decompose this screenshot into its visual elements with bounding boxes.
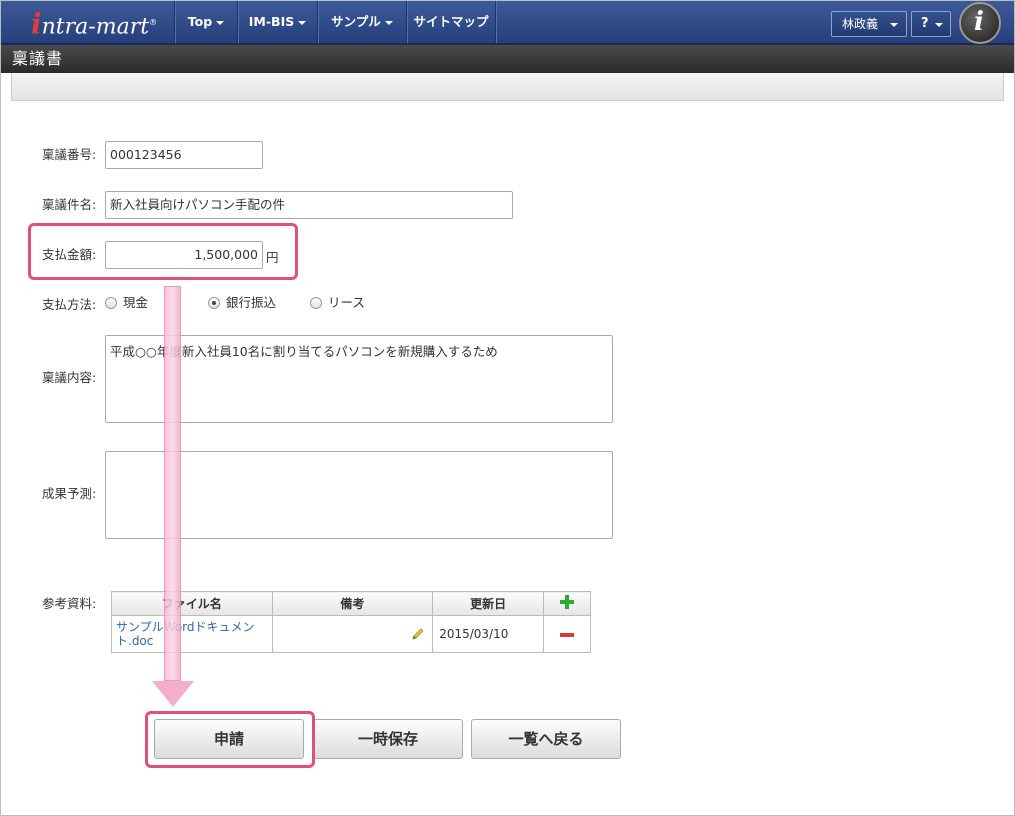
number-label: 稟議番号: <box>42 147 97 162</box>
page-title: 稟議書 <box>1 45 1014 73</box>
info-badge-label: i <box>974 7 984 37</box>
top-nav: intra-mart® Top IM-BIS サンプル サイトマップ 林政義 ?… <box>1 1 1014 45</box>
nav-divider <box>495 1 496 43</box>
amount-label: 支払金額: <box>42 247 97 262</box>
column-header-note: 備考 <box>271 591 434 616</box>
back-to-list-button[interactable]: 一覧へ戻る <box>471 719 621 759</box>
user-menu-button[interactable]: 林政義 <box>831 11 907 37</box>
help-menu-button[interactable]: ? <box>911 11 951 37</box>
nav-item-sample[interactable]: サンプル <box>318 1 406 43</box>
plus-icon <box>560 595 575 609</box>
table-header-row: ファイル名 備考 更新日 <box>111 591 591 616</box>
method-radio-lease[interactable]: リース <box>310 295 365 311</box>
nav-item-label: サンプル <box>331 14 381 29</box>
radio-label: 現金 <box>123 295 149 310</box>
forecast-textarea[interactable] <box>105 451 613 539</box>
nav-item-label: Top <box>187 14 213 29</box>
column-header-file: ファイル名 <box>111 591 273 616</box>
minus-icon <box>560 632 575 637</box>
column-header-date: 更新日 <box>432 591 545 616</box>
radio-label: リース <box>328 295 365 310</box>
remove-attachment-button[interactable] <box>543 615 591 653</box>
radio-selected-icon <box>208 297 220 309</box>
table-row: サンプルWordドキュメント.doc 2015/03/10 <box>111 615 591 653</box>
app-frame: intra-mart® Top IM-BIS サンプル サイトマップ 林政義 ?… <box>0 0 1015 816</box>
chevron-down-icon <box>890 23 898 27</box>
forecast-label: 成果予測: <box>42 486 97 501</box>
nav-item-label: IM-BIS <box>248 14 295 29</box>
help-label: ? <box>921 16 929 31</box>
pencil-icon[interactable] <box>410 626 426 642</box>
add-attachment-button[interactable] <box>543 591 591 616</box>
content-label: 稟議内容: <box>42 370 97 385</box>
intra-mart-logo[interactable]: intra-mart® <box>31 7 157 40</box>
chevron-down-icon <box>298 20 307 25</box>
amount-unit: 円 <box>266 250 279 265</box>
user-name: 林政義 <box>842 17 879 31</box>
radio-label: 銀行振込 <box>226 295 277 310</box>
radio-icon <box>310 297 322 309</box>
chevron-down-icon <box>384 20 393 25</box>
nav-item-im-bis[interactable]: IM-BIS <box>238 1 317 43</box>
subject-label: 稟議件名: <box>42 197 97 212</box>
note-cell <box>271 615 434 653</box>
subject-field[interactable]: 新入社員向けパソコン手配の件 <box>105 191 513 219</box>
temp-save-button[interactable]: 一時保存 <box>313 719 463 759</box>
method-radio-bank[interactable]: 銀行振込 <box>208 295 276 311</box>
attachments-table: ファイル名 備考 更新日 サンプルWordドキュメント.doc 2015/03/… <box>111 591 591 653</box>
info-badge-icon[interactable]: i <box>959 2 1001 44</box>
annotation-arrow <box>164 286 181 681</box>
file-link[interactable]: サンプルWordドキュメント.doc <box>112 620 272 648</box>
apply-button[interactable]: 申請 <box>154 719 304 759</box>
date-cell: 2015/03/10 <box>432 615 545 653</box>
radio-icon <box>105 297 117 309</box>
method-radio-cash[interactable]: 現金 <box>105 295 148 311</box>
method-label: 支払方法: <box>42 297 97 312</box>
toolbar-strip <box>11 73 1004 101</box>
reference-label: 参考資料: <box>42 596 97 611</box>
nav-item-label: サイトマップ <box>413 14 489 29</box>
annotation-arrow-head <box>152 681 194 707</box>
nav-item-sitemap[interactable]: サイトマップ <box>407 1 495 43</box>
number-field[interactable]: 000123456 <box>105 141 263 169</box>
nav-item-top[interactable]: Top <box>175 1 237 43</box>
chevron-down-icon <box>216 20 225 25</box>
amount-field[interactable]: 1,500,000 <box>105 241 263 269</box>
file-cell: サンプルWordドキュメント.doc <box>111 615 273 653</box>
content-textarea[interactable]: 平成○○年度新入社員10名に割り当てるパソコンを新規購入するため <box>105 335 613 423</box>
chevron-down-icon <box>935 23 943 27</box>
